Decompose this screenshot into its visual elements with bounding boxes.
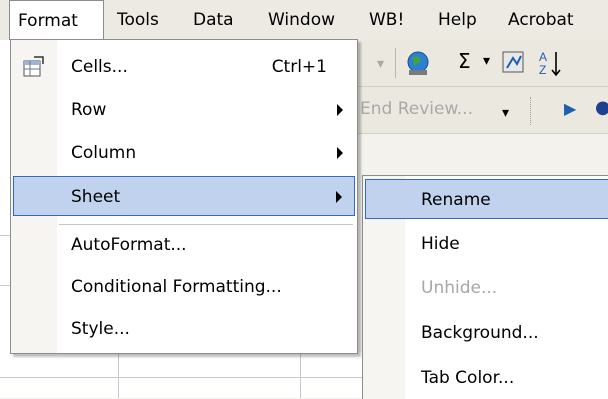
menu-item-label: Tab Color...	[421, 368, 515, 388]
gridline	[118, 352, 119, 398]
menu-item-shortcut: Ctrl+1	[271, 57, 327, 77]
autosum-dropdown-icon[interactable]: ▾	[483, 53, 490, 69]
menu-format-label: Format	[18, 11, 78, 31]
menu-acrobat[interactable]: Acrobat	[508, 0, 574, 40]
menu-acrobat-label: Acrobat	[508, 10, 574, 30]
submenu-arrow-icon	[337, 104, 343, 116]
sheet-submenu: Rename Hide Unhide... Background... Tab …	[362, 175, 608, 399]
menu-item-label: Style...	[71, 319, 130, 339]
menu-item-label: Row	[71, 100, 107, 120]
menu-item-label: AutoFormat...	[71, 235, 187, 255]
menu-item-column[interactable]: Column	[13, 133, 355, 173]
menu-help[interactable]: Help	[438, 0, 477, 40]
next-arrow-icon[interactable]: ▶	[564, 99, 576, 118]
worksheet-edge	[0, 40, 10, 352]
menu-item-conditional-formatting[interactable]: Conditional Formatting...	[13, 267, 355, 307]
gridline	[300, 352, 301, 398]
menu-bar: Format Tools Data Window WB! Help Acroba…	[0, 0, 608, 41]
menu-item-label: Conditional Formatting...	[71, 277, 282, 297]
menu-window[interactable]: Window	[268, 0, 335, 40]
toolbar-separator	[395, 48, 396, 78]
end-review-dropdown-icon[interactable]: ▾	[502, 105, 509, 121]
submenu-item-background[interactable]: Background...	[365, 313, 608, 353]
submenu-item-unhide: Unhide...	[365, 268, 608, 308]
toolbar-dropdown-arrow-icon[interactable]: ▾	[377, 56, 384, 72]
menu-data[interactable]: Data	[193, 0, 234, 40]
menu-item-label: Unhide...	[421, 278, 498, 298]
internet-globe-icon[interactable]	[403, 48, 433, 78]
toolbar-edge-icon: ●	[595, 97, 608, 118]
submenu-arrow-icon	[337, 147, 343, 159]
standard-toolbar: ▾ Σ ▾ A Z	[355, 40, 608, 87]
submenu-item-hide[interactable]: Hide	[365, 224, 608, 264]
format-cells-icon	[23, 56, 44, 77]
menu-wb[interactable]: WB!	[369, 0, 404, 40]
menu-wb-label: WB!	[369, 10, 405, 30]
submenu-item-rename[interactable]: Rename	[365, 179, 608, 219]
svg-text:A: A	[539, 50, 547, 64]
menu-item-label: Cells...	[71, 57, 128, 77]
submenu-item-tab-color[interactable]: Tab Color...	[365, 358, 608, 398]
menu-item-label: Background...	[421, 323, 539, 343]
svg-text:Z: Z	[539, 63, 546, 77]
gridline	[0, 285, 10, 286]
toolbar-grip	[530, 97, 535, 125]
menu-item-style[interactable]: Style...	[13, 309, 355, 349]
menu-item-autoformat[interactable]: AutoFormat...	[13, 225, 355, 265]
menu-item-sheet[interactable]: Sheet	[13, 176, 355, 216]
menu-data-label: Data	[193, 10, 234, 30]
autosum-icon[interactable]: Σ	[458, 49, 471, 73]
menu-item-label: Sheet	[71, 187, 121, 207]
end-review-button[interactable]: End Review...	[360, 99, 473, 119]
menu-item-cells[interactable]: Cells... Ctrl+1	[13, 47, 355, 87]
menu-tools-label: Tools	[117, 10, 159, 30]
menu-help-label: Help	[438, 10, 477, 30]
reviewing-toolbar: End Review... ▾ ▶ ●	[355, 87, 608, 134]
gridline	[0, 235, 10, 236]
menu-window-label: Window	[268, 10, 336, 30]
menu-item-row[interactable]: Row	[13, 90, 355, 130]
submenu-arrow-icon	[336, 191, 342, 203]
insert-function-icon[interactable]	[501, 50, 527, 76]
menu-item-label: Rename	[421, 190, 491, 210]
sort-ascending-icon[interactable]: A Z	[537, 48, 563, 78]
menu-item-label: Column	[71, 143, 137, 163]
menu-tools[interactable]: Tools	[117, 0, 159, 40]
format-menu: Cells... Ctrl+1 Row Column Sheet AutoFor…	[10, 39, 358, 354]
menu-item-label: Hide	[421, 234, 460, 254]
menu-format[interactable]: Format	[9, 0, 104, 40]
